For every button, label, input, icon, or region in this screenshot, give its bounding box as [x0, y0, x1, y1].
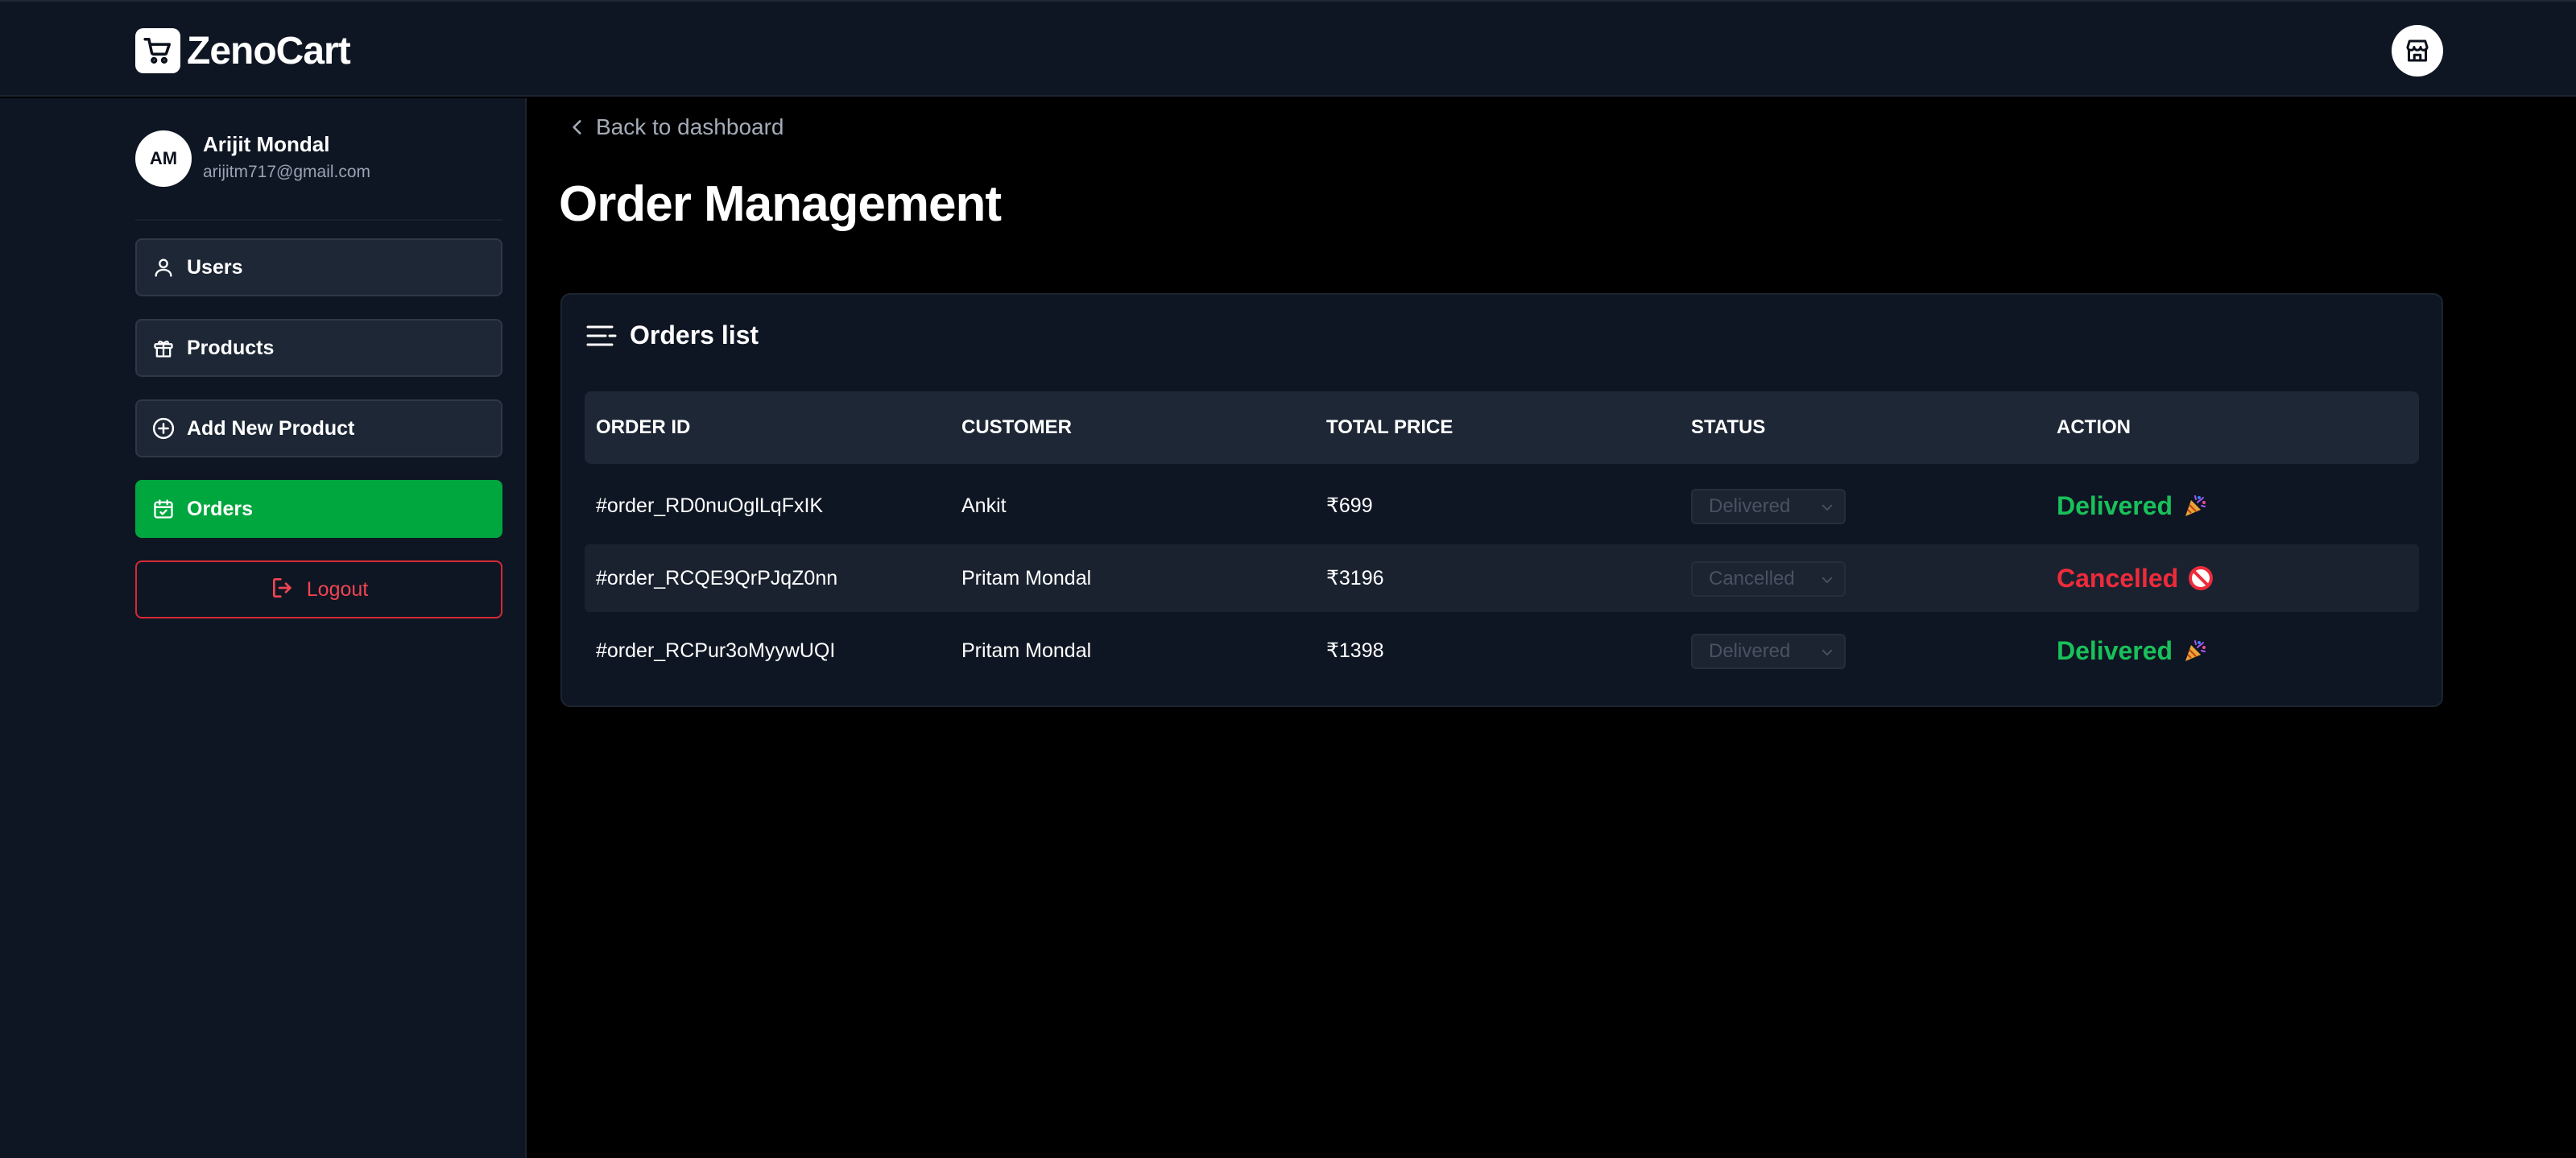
sidebar-item-label: Add New Product [187, 416, 355, 440]
logout-icon [270, 575, 296, 605]
list-icon [586, 325, 617, 345]
sidebar-item-label: Products [187, 336, 275, 359]
column-header: TOTAL PRICE [1326, 416, 1453, 438]
order-id: #order_RCPur3oMyywUQI [596, 639, 836, 662]
table-row: #order_RD0nuOglLqFxIK Ankit ₹699 Deliver… [585, 472, 2419, 540]
table-row: #order_RCQE9QrPJqZ0nn Pritam Mondal ₹319… [585, 544, 2419, 612]
profile-name: Arijit Mondal [203, 132, 330, 156]
party-popper-icon [2185, 640, 2206, 661]
party-popper-icon [2185, 495, 2206, 516]
action-label: Cancelled [2057, 563, 2179, 593]
column-header: ACTION [2057, 416, 2131, 438]
brand-name: ZenoCart [187, 29, 351, 72]
plus-circle-icon [151, 416, 176, 440]
status-select[interactable]: Cancelled [1691, 561, 1846, 597]
logout-label: Logout [306, 577, 369, 601]
cart-icon [135, 28, 180, 73]
brand[interactable]: ZenoCart [135, 27, 351, 74]
order-id: #order_RD0nuOglLqFxIK [596, 494, 824, 517]
logout-button[interactable]: Logout [135, 560, 502, 618]
card-header: Orders list [586, 321, 759, 350]
chevron-down-icon [1821, 504, 1833, 511]
total-price: ₹3196 [1326, 567, 1384, 589]
column-header: CUSTOMER [961, 416, 1072, 438]
back-to-dashboard-link[interactable]: Back to dashboard [567, 114, 784, 140]
table-header: ORDER ID CUSTOMER TOTAL PRICE STATUS ACT… [585, 391, 2419, 464]
orders-card: Orders list ORDER ID CUSTOMER TOTAL PRIC… [560, 293, 2443, 707]
sidebar-item-products[interactable]: Products [135, 319, 502, 377]
chevron-left-icon [573, 120, 581, 134]
status-select[interactable]: Delivered [1691, 489, 1846, 524]
user-icon [151, 255, 176, 279]
order-id: #order_RCQE9QrPJqZ0nn [596, 567, 838, 589]
prohibited-icon [2189, 566, 2214, 590]
sidebar-item-label: Orders [187, 497, 253, 520]
avatar: AM [135, 130, 192, 187]
chevron-down-icon [1821, 649, 1833, 656]
gift-icon [151, 336, 176, 360]
status-select[interactable]: Delivered [1691, 634, 1846, 669]
table-row: #order_RCPur3oMyywUQI Pritam Mondal ₹139… [585, 617, 2419, 684]
page-title: Order Management [559, 176, 1002, 232]
customer-name: Ankit [961, 494, 1007, 517]
customer-name: Pritam Mondal [961, 567, 1092, 589]
total-price: ₹699 [1326, 494, 1373, 517]
sidebar-item-add-new-product[interactable]: Add New Product [135, 399, 502, 457]
back-link-label: Back to dashboard [596, 114, 784, 139]
sidebar-item-label: Users [187, 255, 243, 279]
store-button[interactable] [2392, 25, 2443, 77]
chevron-down-icon [1821, 577, 1833, 583]
action-status: Delivered [2057, 617, 2208, 684]
column-header: STATUS [1691, 416, 1766, 438]
total-price: ₹1398 [1326, 639, 1384, 662]
action-label: Delivered [2057, 490, 2173, 520]
status-value: Delivered [1709, 495, 1791, 517]
user-profile: AM Arijit Mondal arijitm717@gmail.com [135, 114, 502, 221]
profile-email: arijitm717@gmail.com [203, 163, 371, 181]
status-value: Delivered [1709, 640, 1791, 662]
action-label: Delivered [2057, 635, 2173, 665]
calendar-check-icon [151, 497, 176, 521]
sidebar: AM Arijit Mondal arijitm717@gmail.com Us… [0, 98, 527, 1158]
customer-name: Pritam Mondal [961, 639, 1092, 662]
action-status: Delivered [2057, 472, 2208, 540]
card-title: Orders list [630, 321, 759, 349]
store-icon [2406, 39, 2429, 62]
column-header: ORDER ID [596, 416, 691, 438]
status-value: Cancelled [1709, 568, 1795, 589]
action-status: Cancelled [2057, 544, 2214, 612]
sidebar-item-users[interactable]: Users [135, 238, 502, 296]
top-navbar: ZenoCart [0, 0, 2576, 97]
sidebar-item-orders[interactable]: Orders [135, 480, 502, 538]
